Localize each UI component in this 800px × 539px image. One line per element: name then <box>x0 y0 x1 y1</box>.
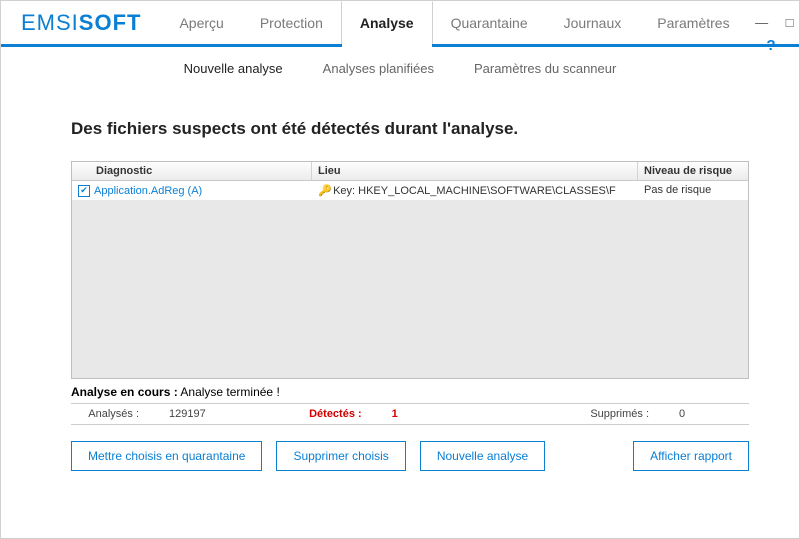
col-lieu[interactable]: Lieu <box>312 162 638 180</box>
delete-button[interactable]: Supprimer choisis <box>276 441 405 471</box>
analysed-value: 129197 <box>169 408 229 420</box>
risque-text: Pas de risque <box>638 181 748 200</box>
deleted-value: 0 <box>679 408 739 420</box>
analysed-label: Analysés : <box>71 408 139 420</box>
brand-logo: EMSISOFT <box>1 1 161 44</box>
report-button[interactable]: Afficher rapport <box>633 441 749 471</box>
tab-parametres[interactable]: Paramètres <box>639 1 747 44</box>
sub-tabs: Nouvelle analyse Analyses planifiées Par… <box>1 47 799 89</box>
detected-value: 1 <box>392 408 452 420</box>
detected-label: Détectés : <box>294 408 362 420</box>
col-risque[interactable]: Niveau de risque <box>638 162 748 180</box>
subtab-nouvelle-analyse[interactable]: Nouvelle analyse <box>184 61 283 76</box>
minimize-button[interactable]: — <box>748 11 776 35</box>
status-label: Analyse en cours : <box>71 385 178 399</box>
brand-prefix: EMSI <box>21 10 79 36</box>
status-value: Analyse terminée ! <box>180 385 279 399</box>
titlebar: EMSISOFT Aperçu Protection Analyse Quara… <box>1 1 799 47</box>
action-buttons: Mettre choisis en quarantaine Supprimer … <box>71 441 749 471</box>
tab-journaux[interactable]: Journaux <box>546 1 640 44</box>
deleted-label: Supprimés : <box>581 408 649 420</box>
registry-key-icon: 🔑 <box>318 184 330 197</box>
stats-bar: Analysés : 129197 Détectés : 1 Supprimés… <box>71 403 749 425</box>
results-grid: Diagnostic Lieu Niveau de risque ✔ Appli… <box>71 161 749 379</box>
page-title: Des fichiers suspects ont été détectés d… <box>71 119 749 139</box>
tab-analyse[interactable]: Analyse <box>341 1 433 44</box>
main-tabs: Aperçu Protection Analyse Quarantaine Jo… <box>161 1 747 44</box>
tab-apercu[interactable]: Aperçu <box>161 1 241 44</box>
tab-quarantaine[interactable]: Quarantaine <box>433 1 546 44</box>
quarantine-button[interactable]: Mettre choisis en quarantaine <box>71 441 262 471</box>
lieu-text: Key: HKEY_LOCAL_MACHINE\SOFTWARE\CLASSES… <box>333 185 616 197</box>
subtab-parametres-scanneur[interactable]: Paramètres du scanneur <box>474 61 616 76</box>
brand-suffix: SOFT <box>79 10 142 36</box>
app-window: EMSISOFT Aperçu Protection Analyse Quara… <box>0 0 800 539</box>
status-row: Analyse en cours : Analyse terminée ! <box>71 385 749 399</box>
row-checkbox[interactable]: ✔ <box>78 185 90 197</box>
maximize-button[interactable]: □ <box>776 11 800 35</box>
col-diagnostic[interactable]: Diagnostic <box>72 162 312 180</box>
content-area: Des fichiers suspects ont été détectés d… <box>1 89 799 471</box>
grid-header: Diagnostic Lieu Niveau de risque <box>72 162 748 181</box>
diagnostic-link[interactable]: Application.AdReg (A) <box>94 185 202 197</box>
new-scan-button[interactable]: Nouvelle analyse <box>420 441 545 471</box>
table-row[interactable]: ✔ Application.AdReg (A) 🔑 Key: HKEY_LOCA… <box>72 181 748 200</box>
col-diagnostic-label: Diagnostic <box>96 165 152 177</box>
subtab-analyses-planifiees[interactable]: Analyses planifiées <box>323 61 434 76</box>
tab-protection[interactable]: Protection <box>242 1 341 44</box>
